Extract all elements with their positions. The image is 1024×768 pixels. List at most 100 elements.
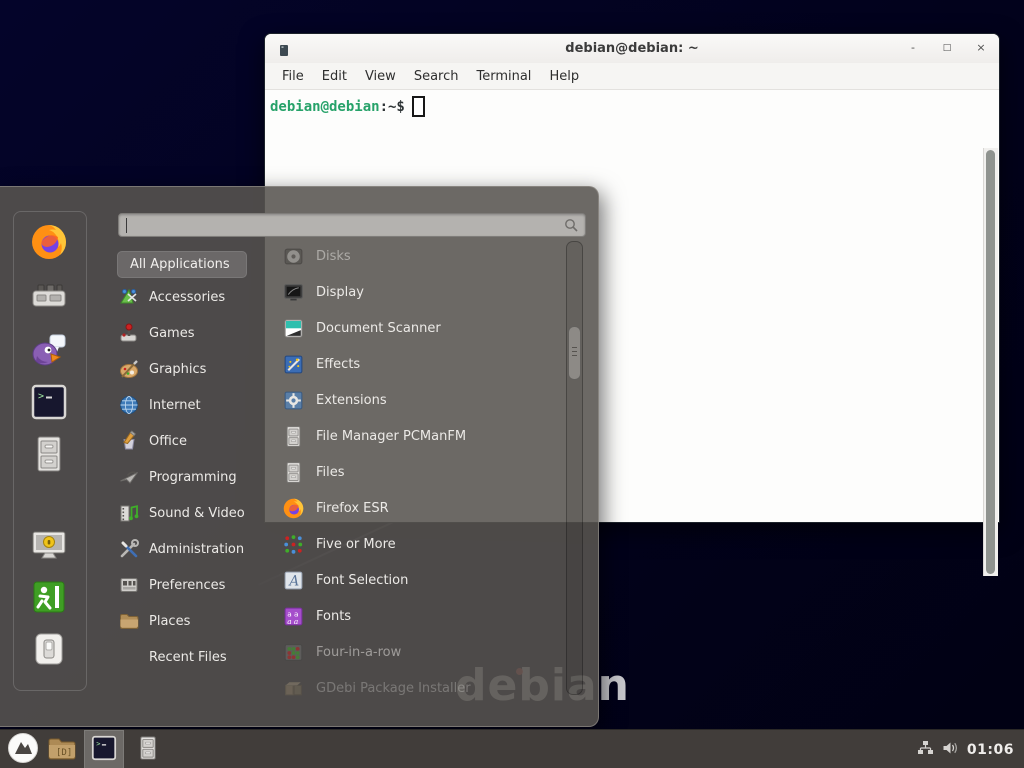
taskbar-status-area: 01:06 xyxy=(917,730,1024,768)
app-item-font-selection[interactable]: A Font Selection xyxy=(282,562,560,598)
menu-terminal[interactable]: Terminal xyxy=(467,65,540,88)
menu-scrollbar[interactable] xyxy=(566,241,583,695)
category-programming[interactable]: Programming xyxy=(118,459,278,495)
shell-prompt: debian@debian:~$ xyxy=(270,96,425,117)
favorite-files-button[interactable] xyxy=(27,434,71,478)
app-item-fonts[interactable]: a a a a Fonts xyxy=(282,598,560,634)
category-accessories[interactable]: Accessories xyxy=(118,279,278,315)
prompt-path-symbol: :~$ xyxy=(380,99,405,115)
file-cabinet-icon xyxy=(282,461,305,484)
office-icon xyxy=(118,430,140,452)
terminal-icon: > xyxy=(90,734,118,766)
app-item-files[interactable]: Files xyxy=(282,454,560,490)
terminal-scrollbar[interactable] xyxy=(983,148,998,576)
network-icon[interactable] xyxy=(917,740,934,760)
log-out-icon xyxy=(29,577,69,621)
favorite-terminal-button[interactable]: > xyxy=(27,382,71,426)
desktop: debian debian@debian: ~ - □ × File Edit … xyxy=(0,0,1024,768)
log-out-button[interactable] xyxy=(27,577,71,621)
menu-search[interactable]: Search xyxy=(405,65,468,88)
programming-icon xyxy=(118,466,140,488)
app-item-extensions[interactable]: Extensions xyxy=(282,382,560,418)
firefox-icon xyxy=(29,222,69,266)
app-item-document-scanner[interactable]: Document Scanner xyxy=(282,310,560,346)
display-icon xyxy=(282,281,305,304)
lock-screen-icon xyxy=(29,525,69,569)
category-label: Office xyxy=(149,434,187,449)
volume-icon[interactable] xyxy=(942,740,959,760)
category-office[interactable]: Office xyxy=(118,423,278,459)
places-icon xyxy=(118,610,140,632)
category-graphics[interactable]: Graphics xyxy=(118,351,278,387)
category-label: Graphics xyxy=(149,362,206,377)
games-icon xyxy=(118,322,140,344)
app-item-file-manager-pcmanfm[interactable]: File Manager PCManFM xyxy=(282,418,560,454)
app-item-label: Disks xyxy=(316,249,351,264)
category-all-applications[interactable]: All Applications xyxy=(117,251,247,278)
category-administration[interactable]: Administration xyxy=(118,531,278,567)
preferences-icon xyxy=(118,574,140,596)
lock-screen-button[interactable] xyxy=(27,525,71,569)
category-label: All Applications xyxy=(130,257,230,272)
category-preferences[interactable]: Preferences xyxy=(118,567,278,603)
app-item-disks[interactable]: Disks xyxy=(282,238,560,274)
category-games[interactable]: Games xyxy=(118,315,278,351)
svg-text:a a: a a xyxy=(287,616,298,625)
file-cabinet-icon xyxy=(135,734,161,766)
terminal-task-button[interactable]: > xyxy=(84,730,124,768)
app-item-four-in-a-row[interactable]: Four-in-a-row xyxy=(282,634,560,670)
fonts-icon: a a a a xyxy=(282,605,305,628)
window-title: debian@debian: ~ xyxy=(265,41,999,56)
menu-file[interactable]: File xyxy=(273,65,313,88)
category-label: Internet xyxy=(149,398,201,413)
app-item-firefox-esr[interactable]: Firefox ESR xyxy=(282,490,560,526)
app-item-display[interactable]: Display xyxy=(282,274,560,310)
terminal-cursor xyxy=(412,96,425,117)
search-input[interactable] xyxy=(125,216,549,236)
maximize-button[interactable]: □ xyxy=(937,38,957,58)
search-text-cursor xyxy=(126,218,127,233)
file-cabinet-icon xyxy=(29,434,69,478)
menu-view[interactable]: View xyxy=(356,65,405,88)
terminal-titlebar[interactable]: debian@debian: ~ - □ × xyxy=(265,34,999,64)
sound-video-icon xyxy=(118,502,140,524)
category-label: Preferences xyxy=(149,578,225,593)
extensions-icon xyxy=(282,389,305,412)
menu-help[interactable]: Help xyxy=(540,65,588,88)
category-label: Administration xyxy=(149,542,244,557)
files-launcher[interactable] xyxy=(132,734,164,766)
minimize-button[interactable]: - xyxy=(903,38,923,58)
category-label: Programming xyxy=(149,470,237,485)
file-manager-folder-icon: [D] xyxy=(47,735,77,766)
menu-scrollbar-thumb[interactable] xyxy=(568,326,581,380)
favorite-control-center-button[interactable] xyxy=(27,276,71,320)
favorite-pidgin-button[interactable] xyxy=(27,329,71,373)
app-item-label: Font Selection xyxy=(316,573,408,588)
favorite-firefox-button[interactable] xyxy=(27,222,71,266)
file-manager-launcher[interactable]: [D] xyxy=(46,735,78,765)
four-in-a-row-icon xyxy=(282,641,305,664)
menu-edit[interactable]: Edit xyxy=(313,65,356,88)
category-internet[interactable]: Internet xyxy=(118,387,278,423)
terminal-icon: > xyxy=(29,382,69,426)
app-item-effects[interactable]: Effects xyxy=(282,346,560,382)
shut-down-button[interactable] xyxy=(27,629,71,673)
taskbar-clock[interactable]: 01:06 xyxy=(967,742,1014,758)
menu-search-field[interactable] xyxy=(118,213,586,237)
category-recent-files[interactable]: Recent Files xyxy=(118,639,278,675)
app-item-gdebi-package-installer[interactable]: GDebi Package Installer xyxy=(282,670,560,706)
app-item-five-or-more[interactable]: Five or More xyxy=(282,526,560,562)
application-menu: > xyxy=(0,186,599,727)
control-center-icon xyxy=(29,276,69,320)
category-sound-video[interactable]: Sound & Video xyxy=(118,495,278,531)
terminal-scrollbar-thumb[interactable] xyxy=(986,150,995,574)
gdebi-icon xyxy=(282,677,305,700)
accessories-icon xyxy=(118,286,140,308)
category-label: Accessories xyxy=(149,290,225,305)
app-item-label: Fonts xyxy=(316,609,351,624)
svg-text:>: > xyxy=(96,739,100,747)
close-button[interactable]: × xyxy=(971,38,991,58)
category-places[interactable]: Places xyxy=(118,603,278,639)
applications-menu-button[interactable] xyxy=(6,733,40,767)
category-label: Places xyxy=(149,614,190,629)
